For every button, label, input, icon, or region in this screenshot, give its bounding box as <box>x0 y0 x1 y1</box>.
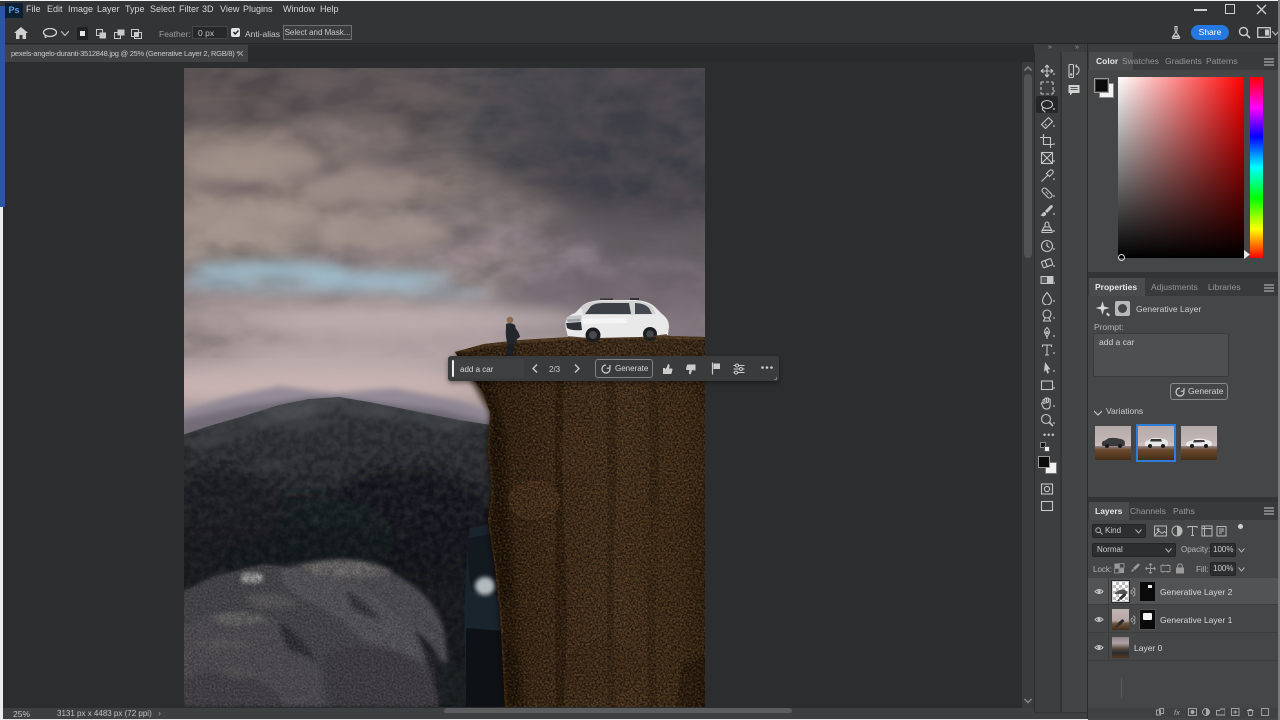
svg-text:fx: fx <box>1174 708 1180 717</box>
